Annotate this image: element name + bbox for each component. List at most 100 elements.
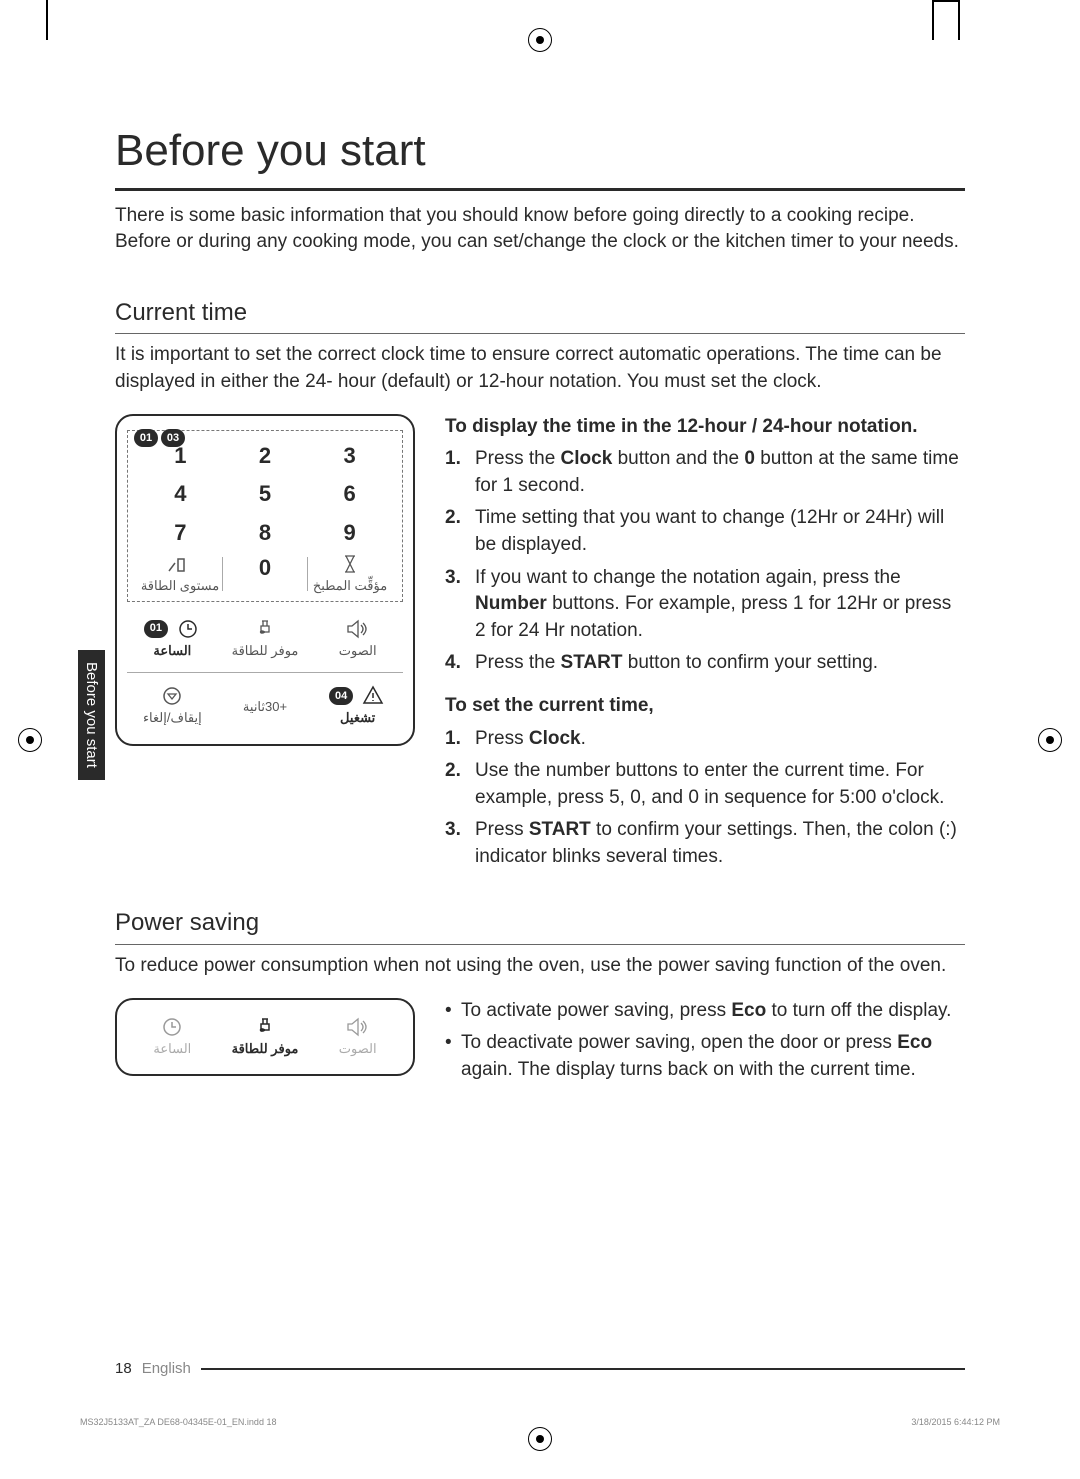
speaker-icon bbox=[345, 618, 371, 640]
clock-icon bbox=[159, 1016, 185, 1038]
keypad-row: 7 8 9 bbox=[138, 514, 392, 553]
callout-badge: 01 bbox=[144, 620, 168, 638]
eco-control: موفر للطاقة bbox=[222, 618, 309, 660]
section-heading-current-time: Current time bbox=[115, 296, 965, 330]
step-number: 3. bbox=[445, 817, 465, 870]
imprint: MS32J5133AT_ZA DE68-04345E-01_EN.indd 18… bbox=[80, 1416, 1000, 1429]
page-number: 18 bbox=[115, 1358, 132, 1379]
footer-rule bbox=[201, 1368, 965, 1370]
step: 3. If you want to change the notation ag… bbox=[445, 565, 965, 645]
step: 1. Press Clock. bbox=[445, 726, 965, 753]
procedure-a-title: To display the time in the 12-hour / 24-… bbox=[445, 414, 965, 441]
keypad-key: 6 bbox=[344, 479, 356, 510]
keypad-badges: 0103 bbox=[134, 423, 188, 450]
hourglass-icon bbox=[337, 553, 363, 575]
registration-mark-icon bbox=[1038, 728, 1062, 752]
keypad-key: 0 bbox=[259, 553, 271, 584]
control-label: الساعة bbox=[153, 642, 191, 660]
eco-icon bbox=[252, 618, 278, 640]
bullet-item: To activate power saving, press Eco to t… bbox=[445, 998, 965, 1025]
eco-icon bbox=[252, 1016, 278, 1038]
keypad-key: 5 bbox=[259, 479, 271, 510]
power-saving-bullets: To activate power saving, press Eco to t… bbox=[445, 998, 965, 1084]
registration-mark-icon bbox=[528, 1427, 552, 1451]
sound-control: الصوت bbox=[314, 618, 401, 660]
page-footer: 18 English bbox=[115, 1358, 965, 1379]
step-text: Press the START button to confirm your s… bbox=[475, 650, 878, 677]
control-label: مؤقِّت المطبخ bbox=[313, 577, 387, 595]
add-30s-control: +30ثانية bbox=[222, 696, 309, 716]
step-text: Press the Clock button and the 0 button … bbox=[475, 446, 965, 499]
keypad-key: 3 bbox=[344, 441, 356, 472]
keypad-key: 2 bbox=[259, 441, 271, 472]
keypad-zero: 0 bbox=[223, 553, 307, 595]
keypad-key: 7 bbox=[174, 518, 186, 549]
control-label: الصوت bbox=[339, 1040, 377, 1058]
bottom-row: إيقاف/إلغاء +30ثانية 04 تشغيل bbox=[127, 679, 403, 733]
procedure-b-title: To set the current time, bbox=[445, 693, 965, 720]
stop-cancel-control: إيقاف/إلغاء bbox=[129, 685, 216, 727]
power-saving-intro: To reduce power consumption when not usi… bbox=[115, 953, 965, 980]
step: 3. Press START to confirm your settings.… bbox=[445, 817, 965, 870]
secondary-row: 01 الساعة موفر للطاقة الصوت bbox=[127, 612, 403, 666]
control-label: الساعة bbox=[153, 1040, 191, 1058]
step-text: Press START to confirm your settings. Th… bbox=[475, 817, 965, 870]
callout-badge: 01 bbox=[134, 429, 158, 447]
step-number: 1. bbox=[445, 726, 465, 753]
imprint-timestamp: 3/18/2015 6:44:12 PM bbox=[911, 1416, 1000, 1429]
step-number: 3. bbox=[445, 565, 465, 645]
control-label: تشغيل bbox=[340, 709, 375, 727]
registration-mark-icon bbox=[18, 728, 42, 752]
speaker-icon bbox=[345, 1016, 371, 1038]
step-number: 4. bbox=[445, 650, 465, 677]
start-control: 04 تشغيل bbox=[314, 685, 401, 727]
page-title: Before you start bbox=[115, 120, 965, 182]
title-rule bbox=[115, 188, 965, 191]
callout-badge: 03 bbox=[161, 429, 185, 447]
procedure-b-steps: 1. Press Clock. 2. Use the number button… bbox=[445, 726, 965, 871]
control-label: الصوت bbox=[339, 642, 377, 660]
step: 1. Press the Clock button and the 0 butt… bbox=[445, 446, 965, 499]
power-level-control: مستوى الطاقة bbox=[138, 553, 222, 595]
side-tab: Before you start bbox=[78, 650, 105, 780]
footer-language: English bbox=[142, 1358, 191, 1379]
step: 4. Press the START button to confirm you… bbox=[445, 650, 965, 677]
keypad-key: 4 bbox=[174, 479, 186, 510]
step-number: 1. bbox=[445, 446, 465, 499]
keypad-row: 4 5 6 bbox=[138, 475, 392, 514]
control-label: موفر للطاقة bbox=[232, 1040, 299, 1058]
keypad-key: 8 bbox=[259, 518, 271, 549]
clock-control: 01 الساعة bbox=[129, 618, 216, 660]
sound-control: الصوت bbox=[314, 1016, 401, 1058]
step-number: 2. bbox=[445, 505, 465, 558]
control-label: إيقاف/إلغاء bbox=[143, 709, 202, 727]
section-rule bbox=[115, 944, 965, 945]
control-panel-diagram: 0103 1 2 3 4 5 6 7 8 9 bbox=[115, 414, 415, 746]
signal-icon bbox=[167, 553, 193, 575]
control-label: مستوى الطاقة bbox=[141, 577, 219, 595]
step-text: Use the number buttons to enter the curr… bbox=[475, 758, 965, 811]
keypad-key: 9 bbox=[344, 518, 356, 549]
callout-badge: 04 bbox=[329, 687, 353, 705]
step: 2. Time setting that you want to change … bbox=[445, 505, 965, 558]
eco-control: موفر للطاقة bbox=[222, 1016, 309, 1058]
section-heading-power-saving: Power saving bbox=[115, 906, 965, 940]
kitchen-timer-control: مؤقِّت المطبخ bbox=[308, 553, 392, 595]
current-time-intro: It is important to set the correct clock… bbox=[115, 342, 965, 395]
control-label: +30ثانية bbox=[243, 698, 287, 716]
control-label: موفر للطاقة bbox=[232, 642, 299, 660]
step-number: 2. bbox=[445, 758, 465, 811]
procedure-a-steps: 1. Press the Clock button and the 0 butt… bbox=[445, 446, 965, 677]
step-text: Press Clock. bbox=[475, 726, 586, 753]
clock-icon: 01 bbox=[144, 618, 201, 640]
keypad: 0103 1 2 3 4 5 6 7 8 9 bbox=[127, 430, 403, 603]
registration-mark-icon bbox=[528, 28, 552, 52]
step-text: Time setting that you want to change (12… bbox=[475, 505, 965, 558]
divider bbox=[127, 672, 403, 673]
bullet-item: To deactivate power saving, open the doo… bbox=[445, 1030, 965, 1083]
clock-control: الساعة bbox=[129, 1016, 216, 1058]
start-icon: 04 bbox=[329, 685, 386, 707]
section-rule bbox=[115, 333, 965, 334]
page-intro: There is some basic information that you… bbox=[115, 203, 965, 256]
stop-icon bbox=[159, 685, 185, 707]
